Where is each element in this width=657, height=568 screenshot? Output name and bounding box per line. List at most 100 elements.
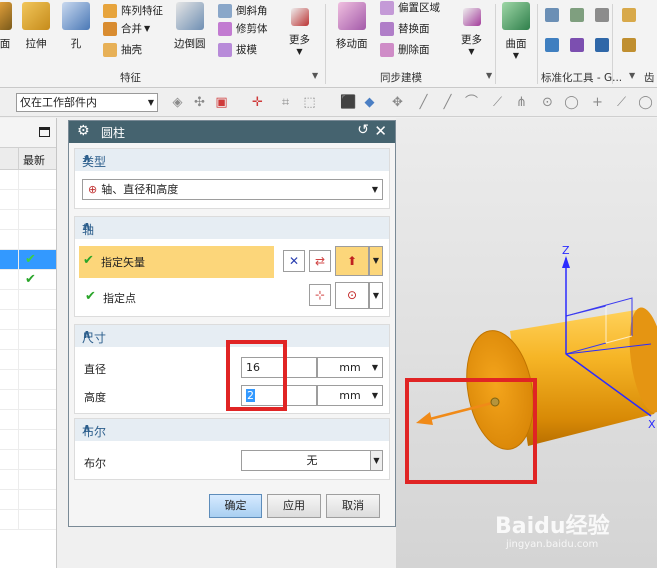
list-item[interactable] [0,230,56,250]
list-item[interactable] [0,410,56,430]
list-item[interactable] [0,450,56,470]
intersect-icon[interactable]: ⋔ [514,95,529,110]
vector-origin-point[interactable] [490,397,500,407]
lasso-icon[interactable]: ⌗ [278,95,293,110]
navigator-toolbar [0,118,56,148]
chevron-down-icon: ▼ [371,363,378,372]
snap-icon[interactable]: ◈ [170,95,185,110]
ribbon-chamfer-button[interactable]: 倒斜角 [218,3,268,18]
tangent-icon[interactable]: ⟋ [614,95,629,110]
ribbon: 面 拉伸 孔 阵列特征 合并 ▼ 抽壳 边倒圆 倒斜角 修剪体 拔模 更多 ▼ … [0,0,657,88]
solid-icon[interactable]: ◆ [362,95,377,110]
list-item[interactable] [0,370,56,390]
chevron-down-icon[interactable]: ▼ [369,282,383,309]
close-icon[interactable]: ✕ [374,122,387,140]
chevron-down-icon[interactable]: ▼ [369,246,383,276]
list-item[interactable]: ✔ [0,250,56,270]
ribbon-surface-button[interactable]: 曲面 ▼ [502,2,530,60]
vector-dialog-icon[interactable]: ⇄ [309,250,331,272]
type-section-header[interactable]: 类型 ∧ [75,149,389,171]
specify-vector-row[interactable]: ✔ 指定矢量 [79,246,274,278]
list-item[interactable] [0,390,56,410]
ribbon-face-button[interactable]: 面 [0,2,12,51]
cancel-button[interactable]: 取消 [326,494,380,518]
ribbon-hole-button[interactable]: 孔 [62,2,90,51]
collapse-icon[interactable]: ∧ [82,151,383,165]
list-item[interactable] [0,470,56,490]
diameter-unit-dropdown[interactable]: mm ▼ [317,357,383,378]
surface-icon [502,2,530,30]
gear-icon[interactable]: ⚙ [77,123,90,139]
point-snap-icon[interactable]: + [590,95,605,110]
ribbon-offset-region-button[interactable]: 偏置区域 [380,0,440,15]
list-item[interactable] [0,430,56,450]
dimensions-section-header[interactable]: 尺寸 ∧ [75,325,389,347]
latest-column-header[interactable]: 最新 [23,152,45,168]
line2-icon[interactable]: ╱ [440,95,455,110]
std-group-expand[interactable]: ▼ [629,71,635,80]
list-item[interactable] [0,290,56,310]
move-icon[interactable]: ✥ [390,95,405,110]
list-item[interactable] [0,510,56,530]
ribbon-unite-button[interactable]: 合并 ▼ [103,21,150,36]
reset-icon[interactable]: ↺ [357,122,369,138]
point-dialog-icon[interactable]: ⊹ [309,284,331,306]
std-tools-group-label: 标准化工具 - G... [541,72,623,84]
line-icon[interactable]: ╱ [416,95,431,110]
vector-icon[interactable]: ⬆ [335,246,369,276]
graphics-viewport[interactable]: Z X [396,118,657,568]
ribbon-delete-face-button[interactable]: 删除面 [380,42,430,57]
list-item[interactable] [0,170,56,190]
ribbon-draft-button[interactable]: 拔模 [218,42,257,57]
ribbon-trim-body-button[interactable]: 修剪体 [218,21,268,36]
collapse-icon[interactable]: ∧ [82,219,383,233]
ribbon-separator [612,4,613,84]
list-item[interactable] [0,330,56,350]
rect-select-icon[interactable]: ⬚ [302,95,317,110]
axis-section-header[interactable]: 轴 ∧ [75,217,389,239]
list-item[interactable] [0,190,56,210]
arc-icon[interactable]: ◯ [638,95,653,110]
ribbon-sync-more-button[interactable]: 更多 ▼ [461,2,482,56]
ribbon-pattern-button[interactable]: 阵列特征 [103,3,163,18]
maximize-icon[interactable] [39,127,50,137]
boolean-label: 布尔 [84,457,106,470]
reverse-direction-icon[interactable]: ✕ [283,250,305,272]
endpoint-icon[interactable]: ⟋ [490,95,505,110]
dialog-titlebar[interactable]: ⚙ 圆柱 ↺ ✕ [69,121,395,143]
boolean-dropdown[interactable]: 无 ▼ [241,450,383,471]
collapse-icon[interactable]: ∧ [82,327,383,341]
selection-scope-dropdown[interactable]: 仅在工作部件内 ▼ [16,93,158,112]
apply-button[interactable]: 应用 [267,494,321,518]
unite-icon [103,21,117,36]
select-icon[interactable]: ▣ [214,95,229,110]
filter-icon[interactable]: ✣ [192,95,207,110]
ribbon-feature-more-button[interactable]: 更多 ▼ [289,2,310,56]
diameter-input[interactable]: 16 [241,357,317,378]
height-input[interactable]: 2 [241,385,317,406]
list-item[interactable] [0,350,56,370]
ribbon-replace-face-button[interactable]: 替换面 [380,21,430,36]
collapse-icon[interactable]: ∧ [82,421,383,435]
snap-point-icon[interactable]: ✛ [250,95,265,110]
feature-group-expand[interactable]: ▼ [312,71,318,80]
list-item[interactable] [0,310,56,330]
more-icon [462,8,481,26]
center-icon[interactable]: ⊙ [540,95,555,110]
sync-group-expand[interactable]: ▼ [486,71,492,80]
list-item[interactable] [0,490,56,510]
list-item[interactable]: ✔ [0,270,56,290]
curve-icon[interactable]: ⌒ [464,95,479,110]
body-icon[interactable]: ⬛ [340,95,356,110]
ok-button[interactable]: 确定 [209,494,262,518]
point-icon[interactable]: ⊙ [335,282,369,309]
quadrant-icon[interactable]: ◯ [564,95,579,110]
type-dropdown[interactable]: ⊕ 轴、直径和高度 ▼ [82,179,383,200]
height-unit-dropdown[interactable]: mm ▼ [317,385,383,406]
list-item[interactable] [0,210,56,230]
ribbon-move-face-button[interactable]: 移动面 [336,2,368,51]
ribbon-extrude-button[interactable]: 拉伸 [22,2,50,51]
ribbon-shell-button[interactable]: 抽壳 [103,42,142,57]
boolean-section-header[interactable]: 布尔 ∧ [75,419,389,441]
ribbon-edge-blend-button[interactable]: 边倒圆 [174,2,206,51]
